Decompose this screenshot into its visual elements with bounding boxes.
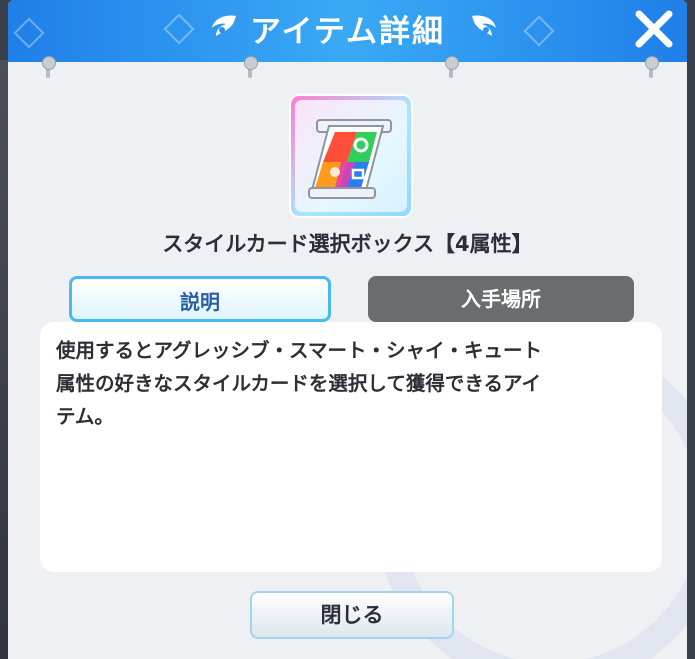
- pin-icon: [244, 56, 258, 80]
- pin-icon: [445, 56, 459, 80]
- description-text: 使用するとアグレッシブ・スマート・シャイ・キュート 属性の好きなスタイルカードを…: [56, 339, 542, 428]
- item-detail-dialog: アイテム詳細 スタイルカード選択ボックス【4属性】 説明 入手場所 使用するとア…: [8, 0, 687, 659]
- close-icon[interactable]: [631, 6, 677, 52]
- item-icon-frame: [289, 94, 413, 218]
- style-card-box-icon: [308, 119, 392, 199]
- tab-acquisition-source[interactable]: 入手場所: [368, 276, 634, 322]
- tab-description[interactable]: 説明: [69, 276, 331, 322]
- dialog-title: アイテム詳細: [250, 14, 445, 50]
- dialog-header: アイテム詳細: [8, 0, 687, 62]
- close-button[interactable]: 閉じる: [250, 591, 454, 639]
- pin-icon: [42, 56, 56, 80]
- item-name: スタイルカード選択ボックス【4属性】: [162, 232, 533, 256]
- pin-icon: [645, 56, 659, 80]
- wing-icon-right: [472, 15, 496, 36]
- description-panel: 使用するとアグレッシブ・スマート・シャイ・キュート 属性の好きなスタイルカードを…: [40, 322, 662, 572]
